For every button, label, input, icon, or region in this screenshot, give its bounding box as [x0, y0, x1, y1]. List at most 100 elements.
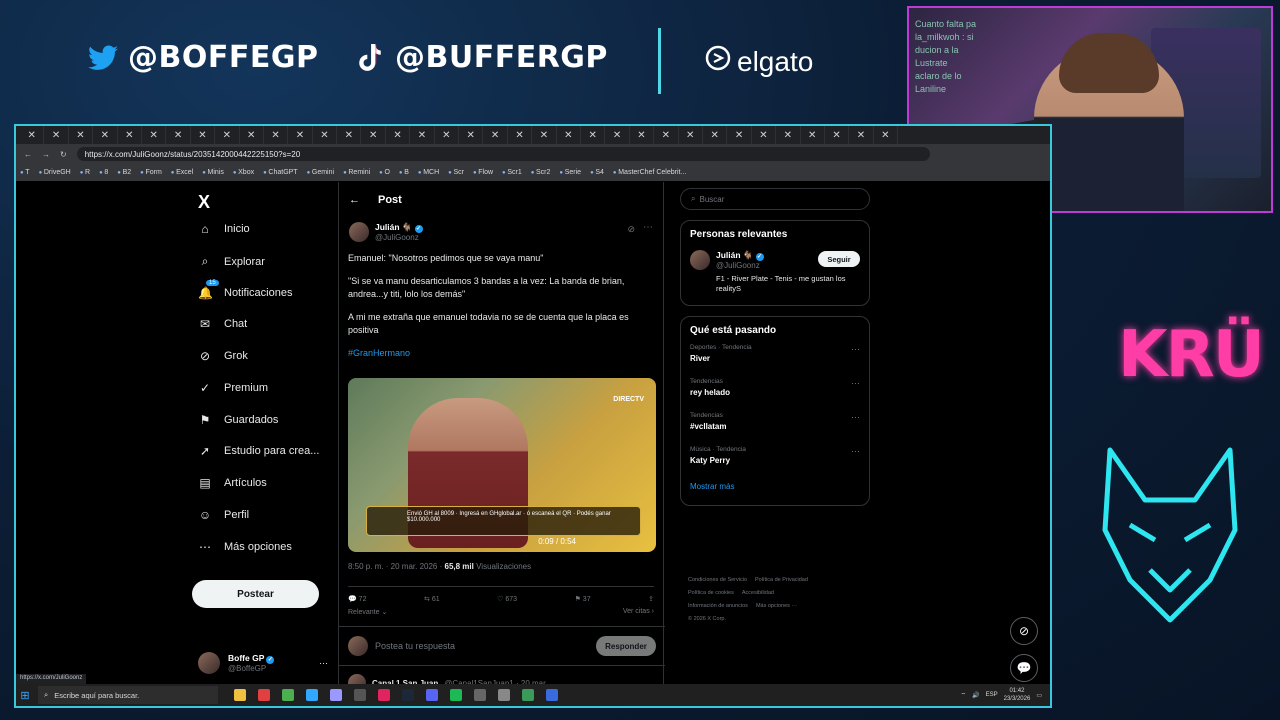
- browser-tab[interactable]: ✕: [532, 126, 557, 144]
- nav-item-3[interactable]: ✉ Chat: [198, 317, 247, 331]
- bookmark-item[interactable]: Flow: [473, 169, 493, 176]
- bookmark-item[interactable]: Remini: [343, 169, 370, 176]
- post-button[interactable]: Postear: [192, 580, 319, 608]
- bookmark-item[interactable]: MasterChef Celebrit...: [613, 169, 686, 176]
- notifications-icon[interactable]: ▭: [1036, 692, 1042, 699]
- browser-tab[interactable]: ✕: [44, 126, 69, 144]
- browser-tab[interactable]: ✕: [752, 126, 777, 144]
- author-name[interactable]: Julián 🐐: [375, 222, 413, 232]
- volume-icon[interactable]: 🔊: [972, 692, 979, 699]
- nav-item-2[interactable]: 🔔 Notificaciones 15: [198, 280, 292, 300]
- post-more-icon[interactable]: ⋯: [643, 222, 653, 233]
- app-icon[interactable]: [522, 689, 534, 701]
- bookmark-item[interactable]: B2: [117, 169, 132, 176]
- app-icon[interactable]: [498, 689, 510, 701]
- browser-tab[interactable]: ✕: [679, 126, 703, 144]
- bookmark-item[interactable]: MCH: [418, 169, 439, 176]
- url-field[interactable]: https://x.com/JuliGoonz/status/203514200…: [76, 147, 930, 161]
- show-more-link[interactable]: Mostrar más: [690, 482, 860, 491]
- messages-float-icon[interactable]: 💬: [1010, 654, 1038, 682]
- spotify-icon[interactable]: [450, 689, 462, 701]
- browser-tab[interactable]: ✕: [166, 126, 191, 144]
- taskbar-search[interactable]: ⌕ Escribe aquí para buscar.: [38, 686, 218, 704]
- browser-tab[interactable]: ✕: [20, 126, 45, 144]
- browser-tab[interactable]: ✕: [459, 126, 484, 144]
- person-name[interactable]: Julián 🐐: [716, 250, 754, 260]
- browser-tab[interactable]: ✕: [313, 126, 338, 144]
- browser-tab[interactable]: ✕: [483, 126, 508, 144]
- footer-link[interactable]: © 2026 X Corp.: [688, 616, 726, 622]
- nav-item-10[interactable]: ⋯ Más opciones: [198, 540, 292, 554]
- language-indicator[interactable]: ESP: [986, 692, 998, 698]
- author-handle[interactable]: @JuliGoonz: [375, 233, 423, 242]
- premiere-icon[interactable]: [330, 689, 342, 701]
- trend-more-icon[interactable]: ⋯: [851, 378, 860, 389]
- bookmark-item[interactable]: T: [20, 169, 29, 176]
- trend-item[interactable]: Música · Tendencia Katy Perry ⋯: [690, 446, 860, 480]
- sort-dropdown[interactable]: Relevante ⌄: [348, 608, 387, 616]
- bookmark-item[interactable]: B: [399, 169, 409, 176]
- browser-tab[interactable]: ✕: [630, 126, 655, 144]
- nav-item-4[interactable]: ⊘ Grok: [198, 349, 248, 363]
- avatar[interactable]: [690, 250, 710, 270]
- footer-link[interactable]: Política de cookies: [688, 590, 734, 596]
- browser-tab[interactable]: ✕: [654, 126, 679, 144]
- browser-tab[interactable]: ✕: [727, 126, 752, 144]
- footer-link[interactable]: Política de Privacidad: [755, 577, 808, 583]
- trend-more-icon[interactable]: ⋯: [851, 344, 860, 355]
- x-logo-icon[interactable]: X: [198, 192, 210, 213]
- browser-tab[interactable]: ✕: [215, 126, 240, 144]
- bookmark-item[interactable]: S4: [590, 169, 604, 176]
- nav-item-9[interactable]: ☺ Perfil: [198, 508, 249, 522]
- nav-item-7[interactable]: ➚ Estudio para crea...: [198, 444, 319, 458]
- trend-more-icon[interactable]: ⋯: [851, 446, 860, 457]
- bookmark-item[interactable]: Serie: [559, 169, 581, 176]
- bookmark-item[interactable]: Minis: [202, 169, 224, 176]
- browser-tab[interactable]: ✕: [825, 126, 850, 144]
- footer-link[interactable]: Condiciones de Servicio: [688, 577, 747, 583]
- trend-more-icon[interactable]: ⋯: [851, 412, 860, 423]
- browser-tab[interactable]: ✕: [581, 126, 606, 144]
- forward-icon[interactable]: →: [42, 150, 50, 159]
- repost-action[interactable]: ⇆ 61: [424, 595, 440, 603]
- nav-item-5[interactable]: ✓ Premium: [198, 381, 268, 395]
- quotes-link[interactable]: Ver citas ›: [623, 608, 654, 616]
- hashtag-link[interactable]: #GranHermano: [348, 347, 653, 360]
- browser-tab[interactable]: ✕: [874, 126, 899, 144]
- footer-link[interactable]: Información de anuncios: [688, 603, 748, 609]
- bookmark-action[interactable]: ⚑ 37: [575, 595, 591, 603]
- browser-tab[interactable]: ✕: [191, 126, 216, 144]
- browser-tab[interactable]: ✕: [337, 126, 362, 144]
- browser-tab[interactable]: ✕: [508, 126, 533, 144]
- back-arrow-icon[interactable]: ←: [349, 194, 360, 206]
- windows-start-icon[interactable]: ⊞: [16, 689, 34, 702]
- reply-button[interactable]: Responder: [596, 636, 656, 656]
- browser-tab[interactable]: ✕: [118, 126, 142, 144]
- relevant-person[interactable]: Julián 🐐 ✓ @JuliGoonz F1 - River Plate - …: [690, 248, 860, 300]
- trend-item[interactable]: Tendencias rey helado ⋯: [690, 378, 860, 412]
- browser-tab[interactable]: ✕: [776, 126, 801, 144]
- bookmark-item[interactable]: DriveGH: [39, 169, 71, 176]
- bookmark-item[interactable]: Scr: [448, 169, 464, 176]
- trend-item[interactable]: Tendencias #vcllatam ⋯: [690, 412, 860, 446]
- bookmark-item[interactable]: Excel: [171, 169, 193, 176]
- post-video[interactable]: DIRECTV Envió GH al 8009 · Ingresá en GH…: [348, 378, 656, 552]
- post-timestamp[interactable]: 8:50 p. m. · 20 mar. 2026 ·: [348, 562, 442, 571]
- grok-icon[interactable]: ⊘: [627, 224, 635, 235]
- nav-item-8[interactable]: ▤ Artículos: [198, 476, 266, 490]
- browser-tab[interactable]: ✕: [410, 126, 435, 144]
- search-input[interactable]: ⌕ Buscar: [680, 188, 870, 210]
- post-author[interactable]: Julián 🐐 ✓ @JuliGoonz: [349, 222, 423, 242]
- more-icon[interactable]: ⋯: [319, 658, 328, 669]
- chrome-icon[interactable]: [282, 689, 294, 701]
- footer-link[interactable]: Más opciones ···: [756, 603, 797, 609]
- steam-icon[interactable]: [402, 689, 414, 701]
- follow-button[interactable]: Seguir: [818, 251, 860, 267]
- browser-tab[interactable]: ✕: [264, 126, 289, 144]
- app-icon[interactable]: [546, 689, 558, 701]
- bookmark-item[interactable]: ChatGPT: [263, 169, 297, 176]
- grok-float-icon[interactable]: ⊘: [1010, 617, 1038, 645]
- browser-tab[interactable]: ✕: [605, 126, 630, 144]
- bookmark-item[interactable]: 8: [99, 169, 108, 176]
- trend-item[interactable]: Deportes · Tendencia River ⋯: [690, 344, 860, 378]
